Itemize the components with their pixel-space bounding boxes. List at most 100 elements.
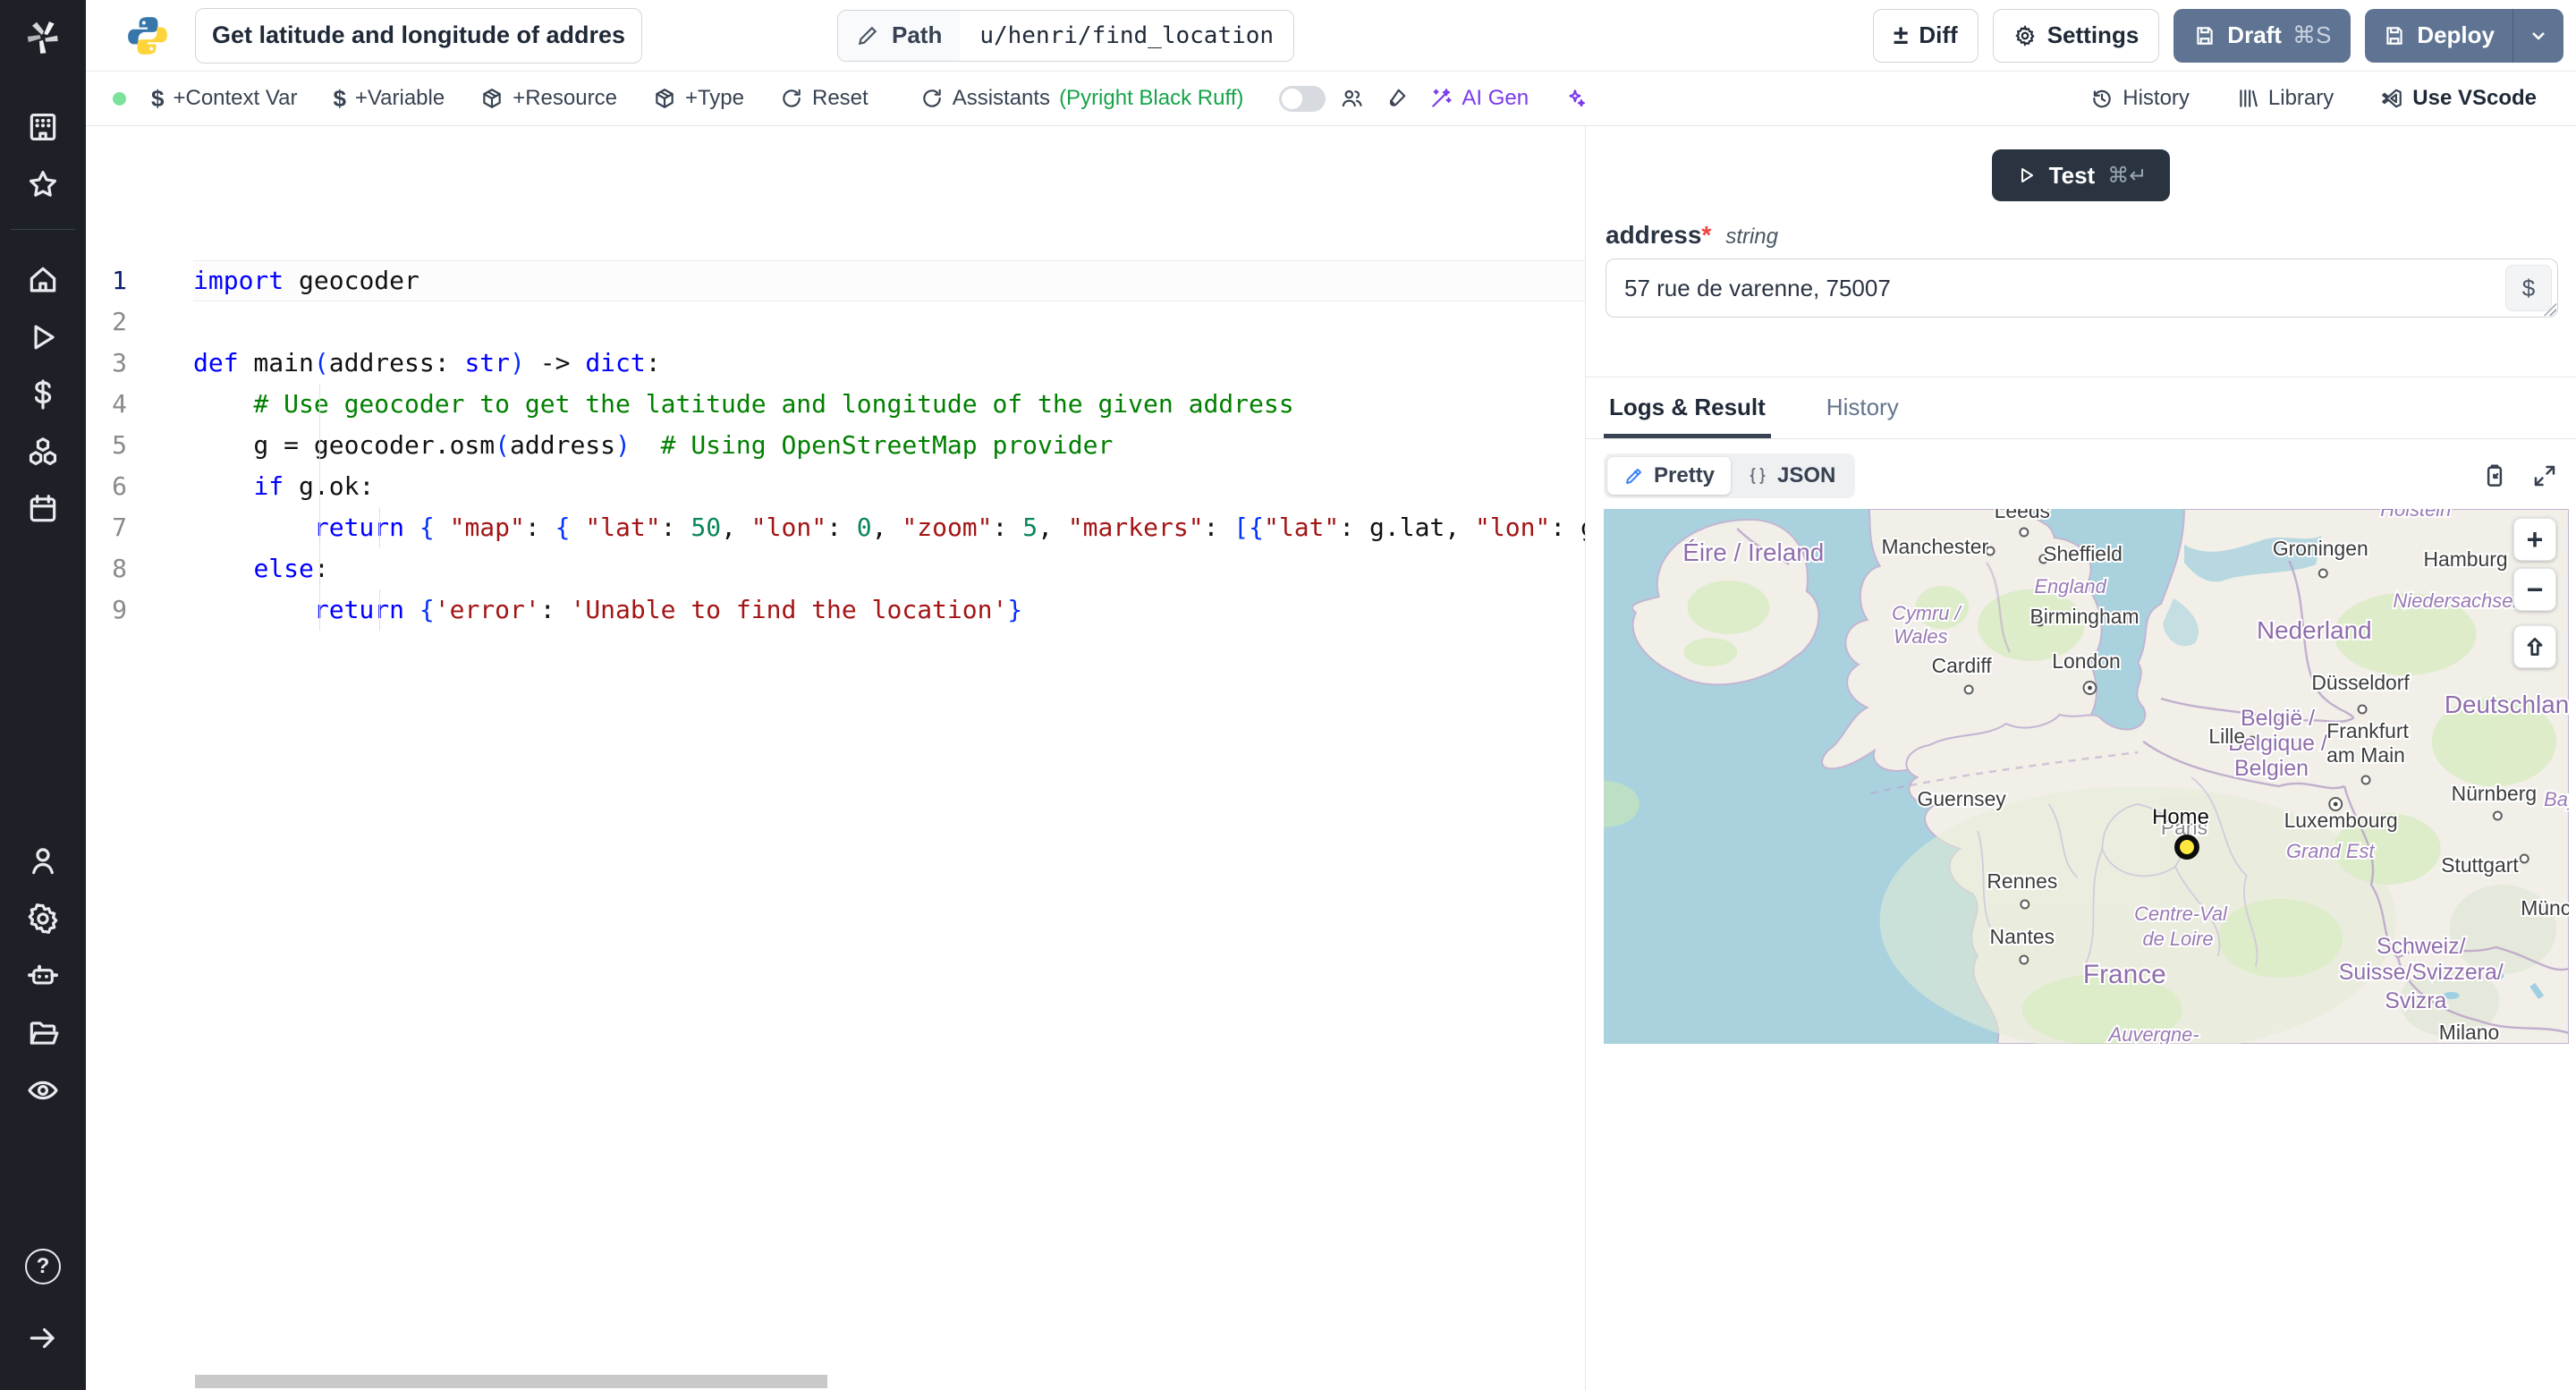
dollar-icon: $ — [333, 84, 346, 112]
draft-button[interactable]: Draft ⌘S — [2174, 8, 2351, 63]
svg-text:Stuttgart: Stuttgart — [2441, 853, 2519, 877]
svg-text:Suisse/Svizzera/: Suisse/Svizzera/ — [2339, 960, 2504, 985]
play-icon — [2021, 168, 2033, 182]
add-context-var-button[interactable]: $ +Context Var — [151, 85, 297, 113]
settings-label: Settings — [2046, 21, 2140, 48]
svg-text:France: France — [2083, 960, 2166, 989]
pretty-toggle[interactable]: Pretty — [1607, 457, 1732, 495]
script-title-input[interactable] — [195, 7, 642, 64]
add-variable-button[interactable]: $ +Variable — [333, 85, 445, 113]
folders-icon[interactable] — [0, 1004, 86, 1062]
add-resource-button[interactable]: +Resource — [480, 86, 617, 111]
code-line[interactable]: 2 — [86, 301, 1585, 343]
settings-gear-icon[interactable] — [0, 890, 86, 947]
arg-type-label: string — [1725, 225, 1778, 249]
draft-label: Draft — [2227, 21, 2282, 48]
workspace-icon[interactable] — [0, 98, 86, 156]
address-input[interactable] — [1606, 259, 2558, 318]
vscode-button[interactable]: Use VScode — [2380, 86, 2537, 111]
path-control[interactable]: Path u/henri/find_location — [837, 9, 1295, 62]
map-home-marker[interactable] — [2174, 835, 2199, 860]
wand-icon — [1432, 89, 1453, 107]
svg-text:Nantes: Nantes — [1990, 925, 2055, 948]
resize-grip[interactable] — [2542, 301, 2556, 316]
library-button[interactable]: Library — [2236, 86, 2334, 111]
code-editor[interactable]: 1 import geocoder 2 3 def main(address: str)… — [86, 126, 1585, 1390]
code-line[interactable]: 7 return { "map": { "lat": 50, "lon": 0,… — [86, 507, 1585, 548]
svg-text:Leeds: Leeds — [1995, 509, 2050, 522]
code-line[interactable]: 9 return {'error': 'Unable to find the l… — [86, 589, 1585, 631]
map-zoom-in-button[interactable]: + — [2513, 518, 2556, 561]
workers-robot-icon[interactable] — [0, 947, 86, 1004]
svg-text:Home: Home — [2152, 805, 2209, 829]
code-line[interactable]: 4 # Use geocoder to get the latitude and… — [86, 384, 1585, 425]
result-tabs: Logs & Result History — [1586, 377, 2576, 439]
svg-text:Sheffield: Sheffield — [2043, 542, 2123, 565]
svg-text:de Loire: de Loire — [2142, 928, 2213, 950]
settings-button[interactable]: Settings — [1992, 8, 2160, 63]
diff-button[interactable]: ± Diff — [1872, 8, 1979, 63]
copy-clipboard-icon[interactable] — [2481, 462, 2508, 489]
code-line[interactable]: 3 def main(address: str) -> dict: — [86, 343, 1585, 384]
variables-icon[interactable] — [0, 366, 86, 423]
svg-text:Guernsey: Guernsey — [1918, 787, 2007, 810]
favorites-star-icon[interactable] — [0, 156, 86, 213]
svg-text:Nederland: Nederland — [2257, 616, 2372, 644]
add-type-button[interactable]: +Type — [653, 86, 744, 111]
result-view-switch: Pretty JSON — [1604, 453, 1856, 498]
pencil-icon — [858, 26, 877, 45]
resources-boxes-icon[interactable] — [0, 423, 86, 480]
save-icon — [2386, 26, 2402, 45]
sparkles-icon[interactable] — [1564, 87, 1588, 110]
line-number: 7 — [112, 513, 127, 542]
ai-gen-button[interactable]: AI Gen — [1429, 86, 1529, 111]
indent-guide — [379, 507, 380, 548]
runs-icon[interactable] — [0, 309, 86, 366]
line-number: 2 — [112, 307, 127, 336]
multiplayer-toggle[interactable] — [1279, 85, 1326, 112]
deploy-dropdown-button[interactable] — [2512, 8, 2563, 63]
reset-button[interactable]: Reset — [780, 86, 869, 111]
code-line[interactable]: 8 else: — [86, 548, 1585, 589]
deploy-button[interactable]: Deploy — [2365, 8, 2563, 63]
svg-text:Groningen: Groningen — [2273, 537, 2368, 560]
fullscreen-icon[interactable] — [2531, 462, 2558, 489]
windmill-logo-icon[interactable] — [20, 14, 66, 61]
assistants-button[interactable]: Assistants (Pyright Black Ruff) — [920, 86, 1244, 111]
format-brush-icon[interactable] — [1385, 87, 1408, 110]
code-line[interactable]: 6 if g.ok: — [86, 466, 1585, 507]
svg-text:Birmingham: Birmingham — [2029, 605, 2139, 628]
library-books-icon — [2240, 89, 2258, 107]
svg-text:Rennes: Rennes — [1987, 869, 2057, 893]
users-icon[interactable] — [0, 833, 86, 890]
assistants-status: (Pyright Black Ruff) — [1059, 86, 1244, 110]
audit-eye-icon[interactable] — [0, 1062, 86, 1119]
line-number: 6 — [112, 471, 127, 501]
sidebar: ? — [0, 0, 86, 1390]
result-map[interactable]: Éire / Ireland Leeds Manchester Sheffield En… — [1604, 509, 2569, 1044]
tab-history[interactable]: History — [1821, 377, 1904, 438]
expand-sidebar-arrow-icon[interactable] — [0, 1309, 86, 1367]
test-button[interactable]: Test ⌘↵ — [1991, 149, 2171, 201]
tab-logs-result[interactable]: Logs & Result — [1604, 377, 1771, 438]
svg-text:Holstein: Holstein — [2380, 509, 2451, 521]
svg-text:Lille: Lille — [2208, 725, 2245, 748]
code-line[interactable]: 1 import geocoder — [86, 260, 1585, 301]
map-recenter-button[interactable] — [2513, 625, 2556, 668]
history-button[interactable]: History — [2090, 86, 2190, 111]
schedules-calendar-icon[interactable] — [0, 480, 86, 538]
map-zoom-out-button[interactable]: − — [2513, 568, 2556, 611]
svg-text:Belgien: Belgien — [2234, 756, 2309, 781]
multiplayer-users-icon[interactable] — [1340, 87, 1363, 110]
help-icon[interactable]: ? — [25, 1249, 61, 1284]
test-panel: Test ⌘↵ address* string $ Logs & Result … — [1585, 126, 2576, 1390]
code-line[interactable]: 5 g = geocoder.osm(address) # Using Open… — [86, 425, 1585, 466]
horizontal-scrollbar[interactable] — [195, 1375, 827, 1388]
json-toggle[interactable]: JSON — [1731, 457, 1852, 495]
save-icon — [2197, 26, 2213, 45]
home-icon[interactable] — [0, 251, 86, 309]
up-arrow-icon — [2527, 637, 2543, 657]
line-number: 5 — [112, 430, 127, 460]
line-number: 1 — [112, 266, 127, 295]
arg-name-label: address* — [1606, 221, 1712, 249]
